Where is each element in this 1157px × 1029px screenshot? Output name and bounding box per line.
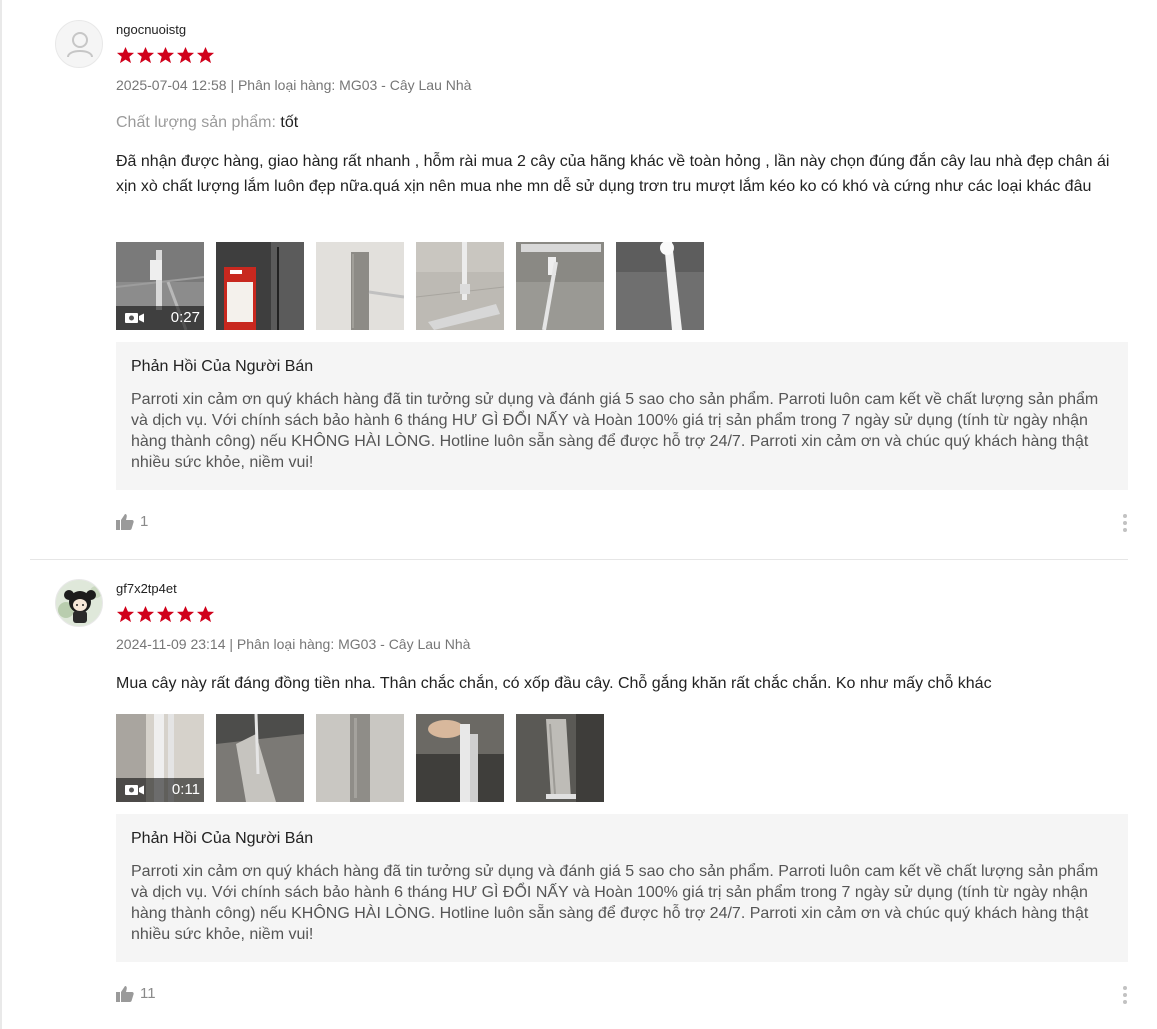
variant-value: MG03 - Cây Lau Nhà — [339, 77, 472, 93]
video-overlay: 0:11 — [116, 778, 204, 802]
quality-attribute: Chất lượng sản phẩm: tốt — [116, 114, 298, 132]
seller-reply-text: Parroti xin cảm ơn quý khách hàng đã tin… — [131, 391, 1099, 471]
quality-label: Chất lượng sản phẩm: — [116, 114, 276, 131]
star-icon — [196, 605, 215, 623]
review-media-list: 0:11 — [116, 714, 604, 802]
left-edge-border — [0, 0, 2, 1029]
star-icon — [196, 46, 215, 64]
avatar[interactable] — [55, 20, 103, 68]
review-image-thumbnail[interactable] — [616, 242, 704, 330]
review-image-thumbnail[interactable] — [216, 242, 304, 330]
mop-floor-image — [216, 714, 304, 802]
more-options-button[interactable] — [1120, 985, 1130, 1005]
avatar[interactable] — [55, 579, 103, 627]
mop-standing-image — [516, 714, 604, 802]
mop-floor-image — [416, 242, 504, 330]
star-icon — [156, 605, 175, 623]
review-video-thumbnail[interactable]: 0:11 — [116, 714, 204, 802]
review-username[interactable]: ngocnuoistg — [116, 22, 186, 37]
star-icon — [136, 46, 155, 64]
user-silhouette-icon — [67, 32, 93, 58]
product-box-image — [216, 242, 304, 330]
video-overlay: 0:27 — [116, 306, 204, 330]
mop-head-image — [316, 714, 404, 802]
review-image-thumbnail[interactable] — [316, 242, 404, 330]
review-image-thumbnail[interactable] — [216, 714, 304, 802]
quality-value: tốt — [280, 114, 299, 131]
video-camera-icon — [125, 785, 144, 795]
star-icon — [156, 46, 175, 64]
like-button[interactable]: 1 — [116, 513, 148, 530]
review-date: 2024-11-09 23:14 — [116, 636, 226, 652]
star-rating — [116, 605, 215, 625]
hand-holding-mop-image — [416, 714, 504, 802]
avatar-image — [56, 580, 102, 626]
thumbs-up-icon — [116, 514, 134, 530]
review-image-thumbnail[interactable] — [516, 714, 604, 802]
review-media-list: 0:27 — [116, 242, 704, 330]
vertical-ellipsis-icon — [1123, 514, 1127, 532]
variant-label: Phân loại hàng: — [237, 77, 336, 93]
video-duration: 0:27 — [170, 309, 200, 326]
review-divider — [30, 559, 1128, 560]
star-rating — [116, 46, 215, 66]
review-image-thumbnail[interactable] — [416, 242, 504, 330]
star-icon — [116, 46, 135, 64]
like-count: 1 — [140, 513, 149, 530]
thumbs-up-icon — [116, 986, 134, 1002]
seller-reply-text: Parroti xin cảm ơn quý khách hàng đã tin… — [131, 863, 1099, 943]
review-image-thumbnail[interactable] — [416, 714, 504, 802]
seller-reply: Phản Hồi Của Người Bán Parroti xin cảm ơ… — [116, 814, 1128, 962]
review-meta: 2024-11-09 23:14 | Phân loại hàng: MG03 … — [116, 636, 470, 652]
variant-label: Phân loại hàng: — [236, 636, 335, 652]
review-image-thumbnail[interactable] — [516, 242, 604, 330]
review-video-thumbnail[interactable]: 0:27 — [116, 242, 204, 330]
mop-head-image — [316, 242, 404, 330]
reviews-page: ngocnuoistg 2025-07-04 12:58 | Phân loại… — [0, 0, 1157, 1029]
star-icon — [176, 605, 195, 623]
like-count: 11 — [140, 985, 156, 1002]
seller-reply: Phản Hồi Của Người Bán Parroti xin cảm ơ… — [116, 342, 1128, 490]
star-icon — [116, 605, 135, 623]
mop-handle-image — [616, 242, 704, 330]
review-comment: Đã nhận được hàng, giao hàng rất nhanh ,… — [116, 153, 1110, 195]
review-comment: Mua cây này rất đáng đồng tiền nha. Thân… — [116, 675, 992, 692]
seller-reply-title: Phản Hồi Của Người Bán — [131, 358, 314, 375]
video-duration: 0:11 — [171, 781, 200, 798]
review-meta: 2025-07-04 12:58 | Phân loại hàng: MG03 … — [116, 77, 471, 93]
meta-separator: | — [229, 636, 237, 652]
vertical-ellipsis-icon — [1123, 986, 1127, 1004]
variant-value: MG03 - Cây Lau Nhà — [338, 636, 471, 652]
seller-reply-title: Phản Hồi Của Người Bán — [131, 830, 314, 847]
review-date: 2025-07-04 12:58 — [116, 77, 227, 93]
mop-stand-image — [516, 242, 604, 330]
review-image-thumbnail[interactable] — [316, 714, 404, 802]
meta-separator: | — [230, 77, 238, 93]
more-options-button[interactable] — [1120, 513, 1130, 533]
star-icon — [176, 46, 195, 64]
star-icon — [136, 605, 155, 623]
review-username[interactable]: gf7x2tp4et — [116, 581, 177, 596]
like-button[interactable]: 11 — [116, 985, 156, 1002]
video-camera-icon — [125, 313, 144, 323]
